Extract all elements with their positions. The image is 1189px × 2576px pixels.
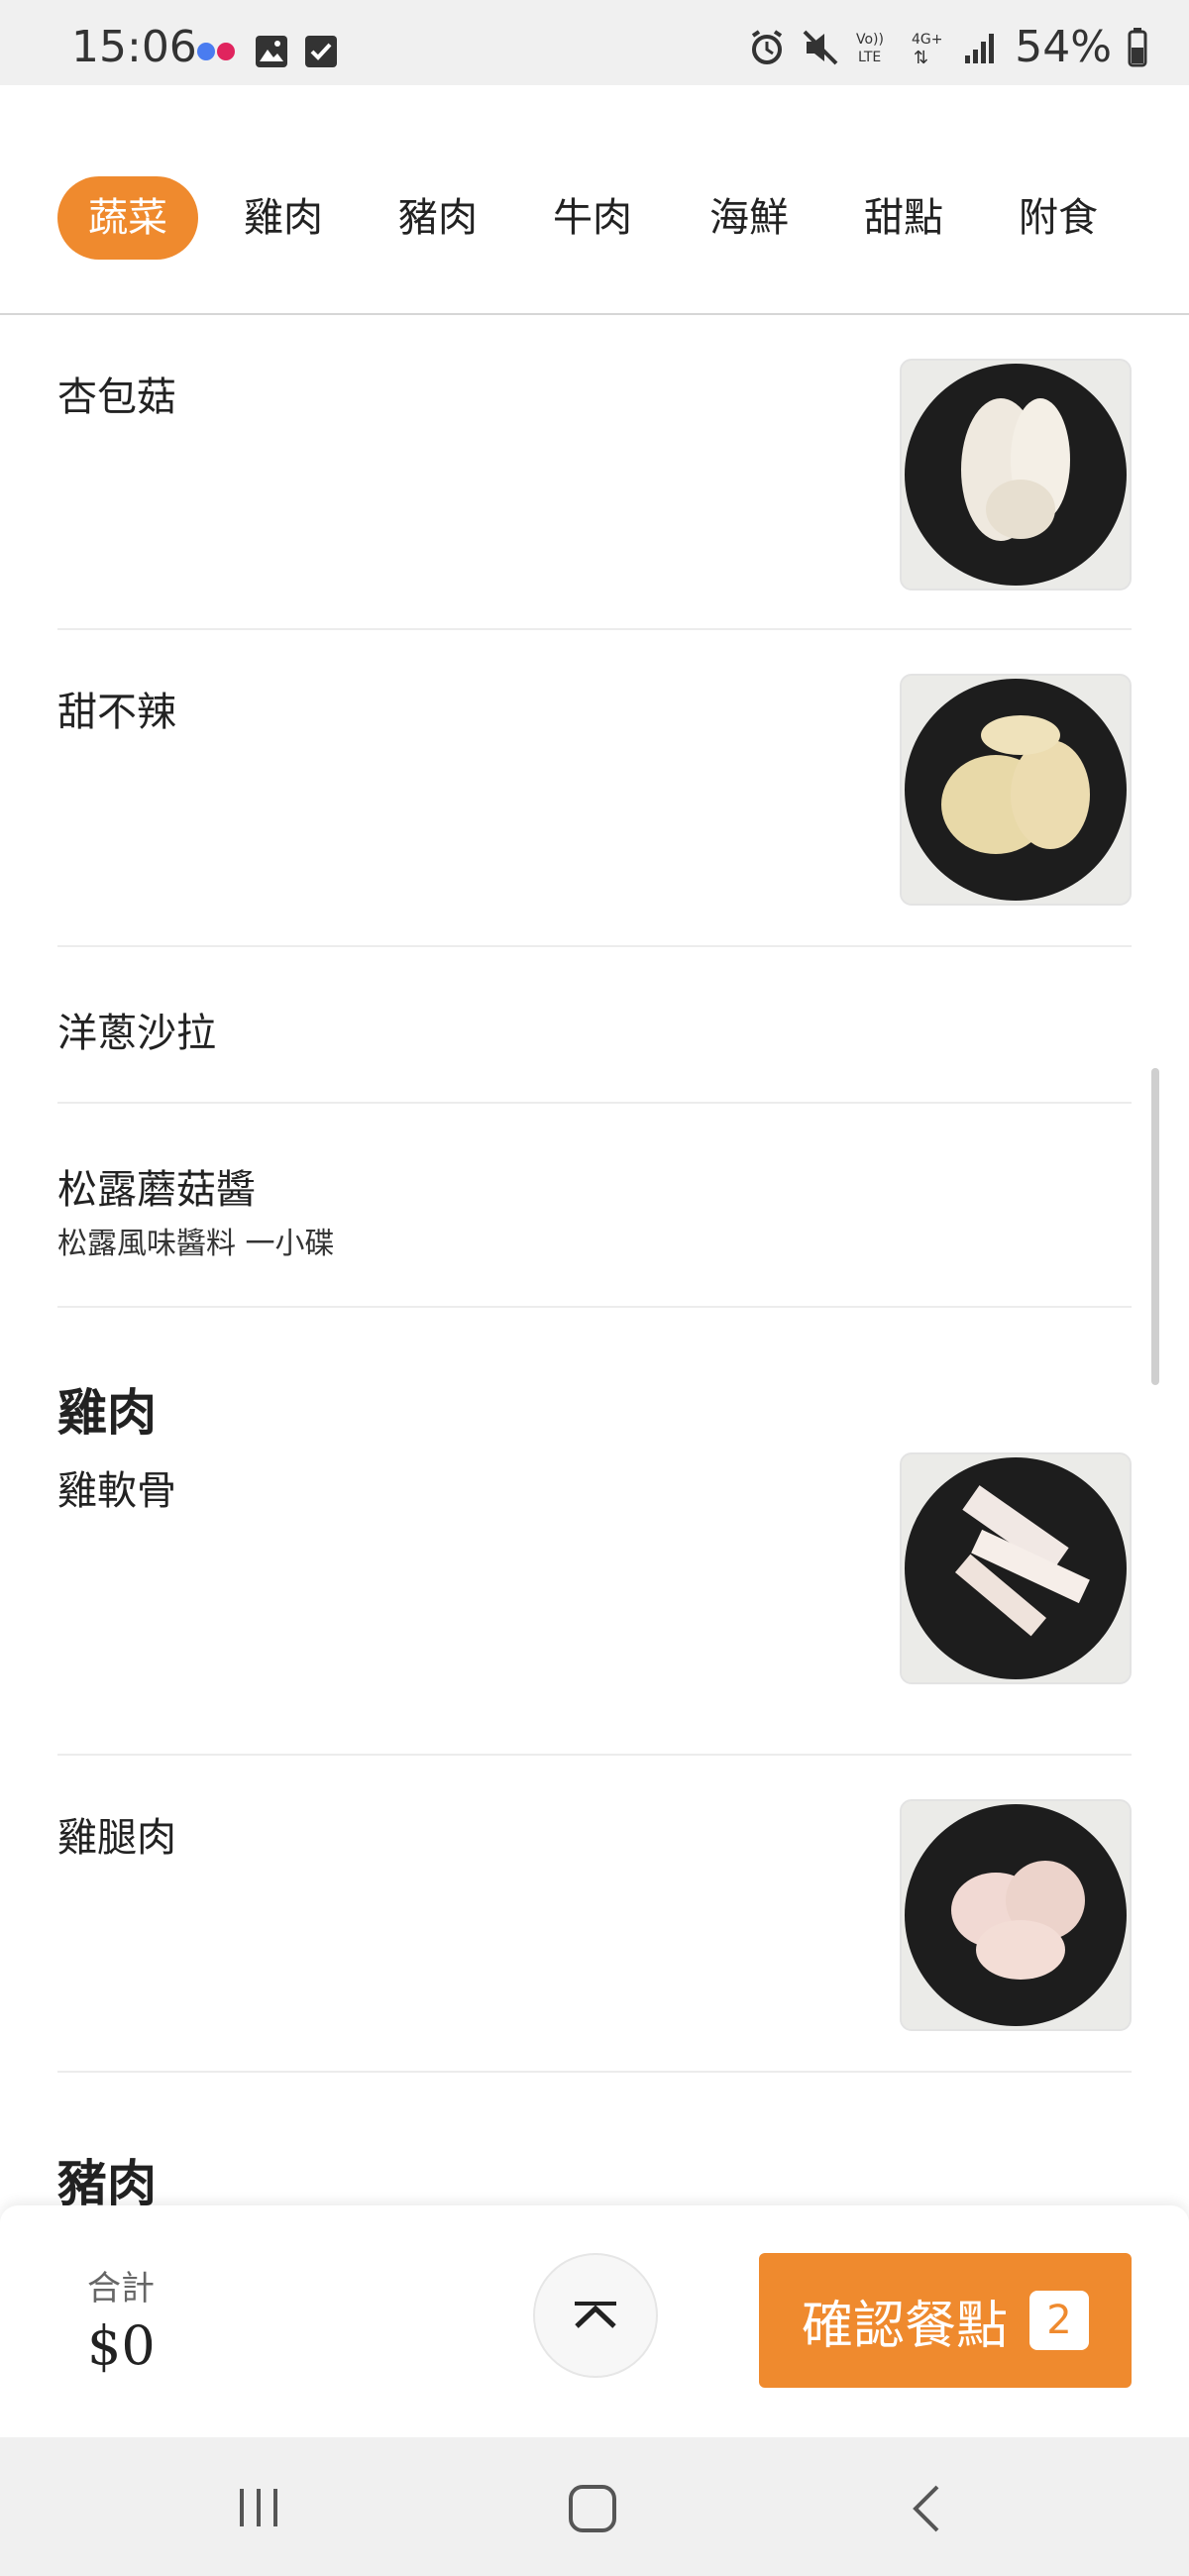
item-name: 洋蔥沙拉 xyxy=(57,1011,216,1056)
media-icon xyxy=(197,43,235,60)
menu-item-tempura[interactable]: 甜不辣 xyxy=(57,630,1132,947)
checkbox-icon xyxy=(305,36,337,67)
scrollbar[interactable] xyxy=(1151,1068,1159,1385)
food-photo-mushroom xyxy=(900,359,1132,590)
item-name: 松露蘑菇醬 xyxy=(57,1167,256,1213)
svg-text:Vo)): Vo)) xyxy=(856,32,884,48)
home-icon[interactable] xyxy=(567,2483,618,2534)
4g-icon: 4G+⇅ xyxy=(912,32,943,67)
svg-text:LTE: LTE xyxy=(858,50,881,65)
svg-text:4G+: 4G+ xyxy=(912,32,943,48)
menu-item-onion-salad[interactable]: 洋蔥沙拉 xyxy=(57,947,1132,1104)
tab-beef[interactable]: 牛肉 xyxy=(543,176,642,260)
battery-icon xyxy=(1128,27,1147,66)
tab-dessert[interactable]: 甜點 xyxy=(854,176,953,260)
back-icon[interactable] xyxy=(908,2483,947,2534)
food-photo-chicken-cartilage xyxy=(900,1452,1132,1684)
alarm-icon xyxy=(752,29,783,64)
chevron-up-icon xyxy=(575,2302,616,2328)
battery-percent: 54% xyxy=(1015,22,1112,72)
total-value: $0 xyxy=(87,2314,156,2377)
confirm-label: 確認餐點 xyxy=(801,2296,1008,2356)
food-photo-chicken-thigh xyxy=(900,1799,1132,2031)
tab-pork[interactable]: 豬肉 xyxy=(388,176,487,260)
clock: 15:06 xyxy=(71,22,197,72)
item-name: 甜不辣 xyxy=(57,690,176,735)
item-description: 松露風味醬料 一小碟 xyxy=(57,1227,335,1261)
category-tabs: 蔬菜 雞肉 豬肉 牛肉 海鮮 甜點 附食 xyxy=(0,85,1189,315)
item-name: 雞腿肉 xyxy=(57,1815,176,1861)
system-icons: Vo)) LTE 4G+ ⇅ 54% xyxy=(747,22,1149,72)
mute-icon xyxy=(803,30,838,64)
notification-icons xyxy=(194,34,339,69)
section-title-chicken: 雞肉 xyxy=(57,1384,157,1442)
tab-vegetables[interactable]: 蔬菜 xyxy=(57,176,198,260)
gallery-icon xyxy=(256,36,287,67)
menu-item-chicken-thigh[interactable]: 雞腿肉 xyxy=(57,1756,1132,2073)
total-label: 合計 xyxy=(87,2269,155,2308)
menu-item-chicken-cartilage[interactable]: 雞軟骨 xyxy=(57,1439,1132,1756)
status-bar: 15:06 Vo)) LTE 4G+ ⇅ 54% xyxy=(0,0,1189,85)
tab-chicken[interactable]: 雞肉 xyxy=(234,176,333,260)
plate-image xyxy=(902,361,1130,589)
order-bar: 合計 $0 確認餐點 2 xyxy=(0,2205,1189,2437)
menu-item-king-oyster-mushroom[interactable]: 杏包菇 xyxy=(57,315,1132,630)
item-name: 雞軟骨 xyxy=(57,1468,176,1514)
system-nav-bar xyxy=(0,2437,1189,2576)
item-name: 杏包菇 xyxy=(57,375,176,420)
volte-icon: Vo)) LTE xyxy=(856,32,884,65)
tab-sides[interactable]: 附食 xyxy=(1009,176,1108,260)
tab-seafood[interactable]: 海鮮 xyxy=(700,176,799,260)
food-photo-tempura xyxy=(900,674,1132,906)
signal-icon xyxy=(965,33,995,63)
plate-image xyxy=(902,676,1130,904)
plate-image xyxy=(902,1801,1130,2029)
cart-count-badge: 2 xyxy=(1029,2291,1089,2350)
svg-text:⇅: ⇅ xyxy=(914,48,928,67)
confirm-order-button[interactable]: 確認餐點 2 xyxy=(759,2253,1132,2388)
recent-apps-icon[interactable] xyxy=(234,2483,283,2532)
menu-item-truffle-sauce[interactable]: 松露蘑菇醬 松露風味醬料 一小碟 xyxy=(57,1104,1132,1308)
scroll-to-top-button[interactable] xyxy=(533,2253,658,2378)
plate-image xyxy=(902,1454,1130,1682)
